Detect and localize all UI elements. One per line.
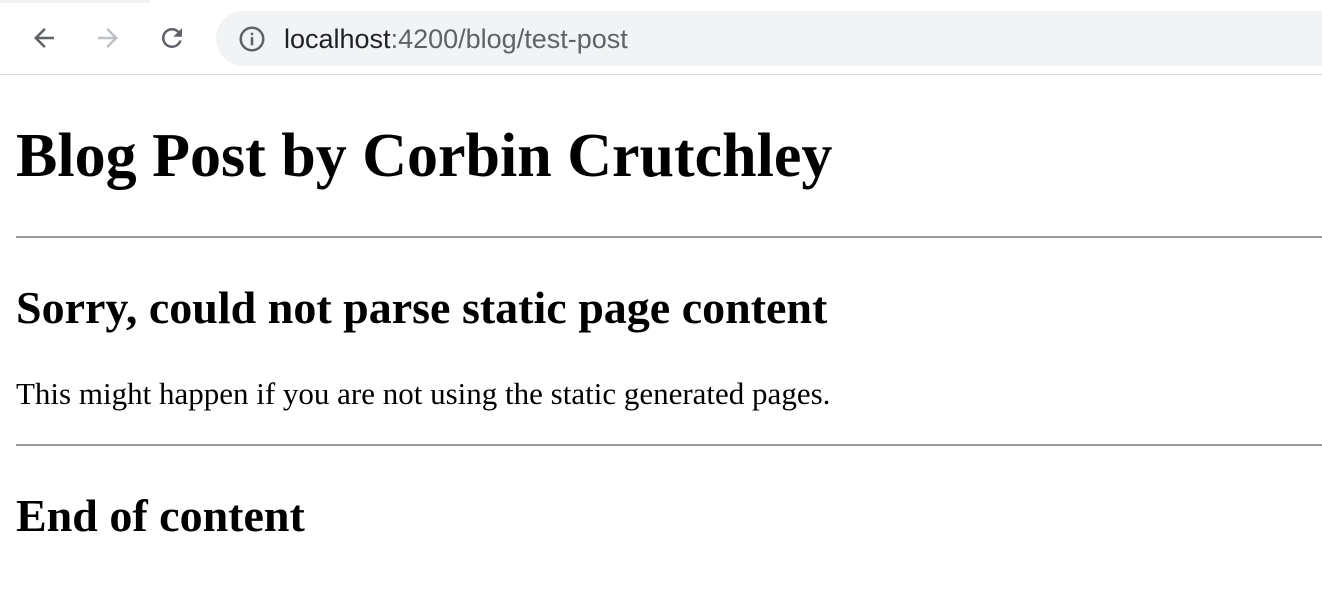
url-host: localhost (284, 24, 391, 54)
end-heading: End of content (16, 490, 305, 541)
browser-toolbar: localhost:4200/blog/test-post (0, 0, 1322, 75)
error-message: This might happen if you are not using t… (16, 376, 831, 411)
divider-top (16, 236, 1322, 238)
reload-button[interactable] (148, 14, 196, 62)
info-icon[interactable] (236, 23, 268, 55)
url-path: :4200/blog/test-post (390, 24, 628, 54)
address-url[interactable]: localhost:4200/blog/test-post (284, 22, 628, 56)
divider-bottom (16, 444, 1322, 446)
arrow-left-icon (34, 28, 54, 48)
tab-strip-edge (0, 0, 150, 3)
back-button[interactable] (20, 14, 68, 62)
error-heading: Sorry, could not parse static page conte… (16, 282, 828, 333)
forward-button[interactable] (84, 14, 132, 62)
reload-icon (161, 27, 182, 48)
page-title: Blog Post by Corbin Crutchley (16, 122, 833, 190)
site-info-glyph (239, 26, 265, 52)
arrow-right-icon (98, 28, 118, 48)
